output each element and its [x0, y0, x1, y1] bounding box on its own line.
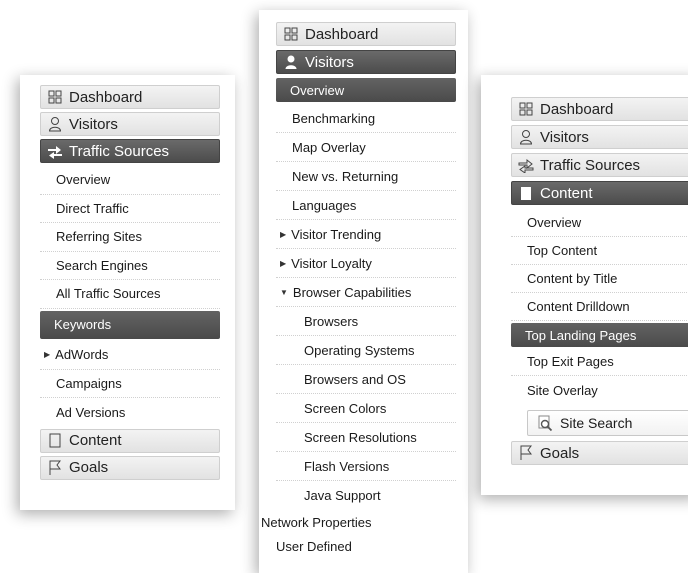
submenu-item-java-support[interactable]: Java Support [276, 481, 456, 510]
expand-arrow-icon: ▶ [44, 350, 51, 360]
menu-item-search-engines[interactable]: Search Engines [40, 252, 220, 280]
collapse-arrow-icon: ▼ [280, 287, 288, 297]
person-icon [283, 54, 299, 70]
menu-item-user-defined[interactable]: User Defined [276, 534, 456, 558]
menu-item-overview[interactable]: Overview [276, 78, 456, 102]
submenu-item-screen-resolutions[interactable]: Screen Resolutions [276, 423, 456, 452]
menu-item-visitor-loyalty-label: Visitor Loyalty [291, 255, 372, 271]
menu-item-keywords[interactable]: Keywords [40, 310, 220, 339]
nav-dashboard-label: Dashboard [305, 25, 379, 43]
menu-item-visitor-loyalty[interactable]: ▶ Visitor Loyalty [276, 249, 456, 278]
menu-item-referring-sites[interactable]: Referring Sites [40, 223, 220, 252]
flag-icon [518, 445, 534, 461]
grid-icon [518, 101, 534, 117]
submenu-item-screen-colors[interactable]: Screen Colors [276, 394, 456, 423]
nav-visitors[interactable]: Visitors [276, 50, 456, 74]
menu-item-direct-traffic[interactable]: Direct Traffic [40, 195, 220, 223]
nav-content-label: Content [69, 432, 122, 449]
flag-icon [47, 460, 63, 476]
nav-dashboard[interactable]: Dashboard [40, 85, 220, 109]
grid-icon [283, 26, 299, 42]
arrows-icon [47, 143, 63, 159]
content-menu-panel: Dashboard Visitors Traffic Sources Conte… [481, 75, 688, 495]
nav-content-label: Content [540, 184, 593, 202]
site-search-button[interactable]: Site Search [527, 410, 688, 436]
arrows-icon [518, 157, 534, 173]
menu-item-overview[interactable]: Overview [511, 209, 688, 237]
nav-goals[interactable]: Goals [511, 441, 688, 465]
menu-item-browser-capabilities-label: Browser Capabilities [292, 284, 412, 300]
menu-item-network-properties[interactable]: Network Properties [261, 510, 456, 534]
nav-dashboard-label: Dashboard [540, 100, 614, 118]
nav-visitors[interactable]: Visitors [511, 125, 688, 149]
menu-item-site-overlay[interactable]: Site Overlay [511, 376, 688, 404]
nav-traffic-sources-label: Traffic Sources [69, 142, 170, 160]
nav-traffic-sources-label: Traffic Sources [540, 156, 641, 174]
magnifier-icon [536, 414, 554, 432]
nav-visitors-label: Visitors [305, 53, 354, 71]
nav-content[interactable]: Content [511, 181, 688, 205]
menu-item-map-overlay[interactable]: Map Overlay [276, 133, 456, 162]
menu-item-top-exit-pages[interactable]: Top Exit Pages [511, 348, 688, 376]
page-icon [47, 433, 63, 449]
nav-visitors-label: Visitors [540, 128, 589, 146]
grid-icon [47, 89, 63, 105]
nav-goals-label: Goals [69, 459, 109, 476]
menu-item-all-traffic-sources[interactable]: All Traffic Sources [40, 280, 220, 309]
menu-item-browser-capabilities[interactable]: ▼ Browser Capabilities [276, 278, 456, 307]
menu-item-content-drilldown[interactable]: Content Drilldown [511, 293, 688, 321]
menu-item-languages[interactable]: Languages [276, 191, 456, 220]
menu-item-visitor-trending[interactable]: ▶ Visitor Trending [276, 220, 456, 249]
menu-item-adwords-label: AdWords [55, 347, 109, 363]
nav-dashboard[interactable]: Dashboard [276, 22, 456, 46]
nav-dashboard[interactable]: Dashboard [511, 97, 688, 121]
nav-visitors-label: Visitors [69, 115, 118, 133]
menu-item-visitor-trending-label: Visitor Trending [291, 226, 382, 242]
submenu-item-browsers-and-os[interactable]: Browsers and OS [276, 365, 456, 394]
expand-arrow-icon: ▶ [280, 229, 287, 239]
traffic-sources-menu-panel: Dashboard Visitors Traffic Sources Overv… [20, 75, 235, 510]
expand-arrow-icon: ▶ [280, 258, 287, 268]
menu-item-top-content[interactable]: Top Content [511, 237, 688, 265]
nav-goals-label: Goals [540, 444, 580, 462]
menu-item-top-landing-pages[interactable]: Top Landing Pages [511, 323, 688, 347]
nav-traffic-sources[interactable]: Traffic Sources [511, 153, 688, 177]
visitors-menu-panel: Dashboard Visitors Overview Benchmarking… [259, 10, 468, 573]
menu-item-adwords[interactable]: ▶ AdWords [40, 341, 220, 370]
submenu-item-operating-systems[interactable]: Operating Systems [276, 336, 456, 365]
nav-content[interactable]: Content [40, 428, 220, 453]
nav-traffic-sources[interactable]: Traffic Sources [40, 139, 220, 163]
nav-visitors[interactable]: Visitors [40, 112, 220, 136]
menu-item-campaigns[interactable]: Campaigns [40, 370, 220, 398]
menu-item-benchmarking[interactable]: Benchmarking [276, 104, 456, 133]
menu-item-ad-versions[interactable]: Ad Versions [40, 398, 220, 427]
menu-item-new-vs-returning[interactable]: New vs. Returning [276, 162, 456, 191]
menu-item-content-by-title[interactable]: Content by Title [511, 265, 688, 293]
menu-item-overview[interactable]: Overview [40, 166, 220, 195]
nav-goals[interactable]: Goals [40, 455, 220, 480]
page-icon [518, 185, 534, 201]
site-search-label: Site Search [560, 415, 633, 431]
person-icon [518, 129, 534, 145]
nav-dashboard-label: Dashboard [69, 88, 143, 106]
submenu-item-browsers[interactable]: Browsers [276, 307, 456, 336]
person-icon [47, 116, 63, 132]
submenu-item-flash-versions[interactable]: Flash Versions [276, 452, 456, 481]
